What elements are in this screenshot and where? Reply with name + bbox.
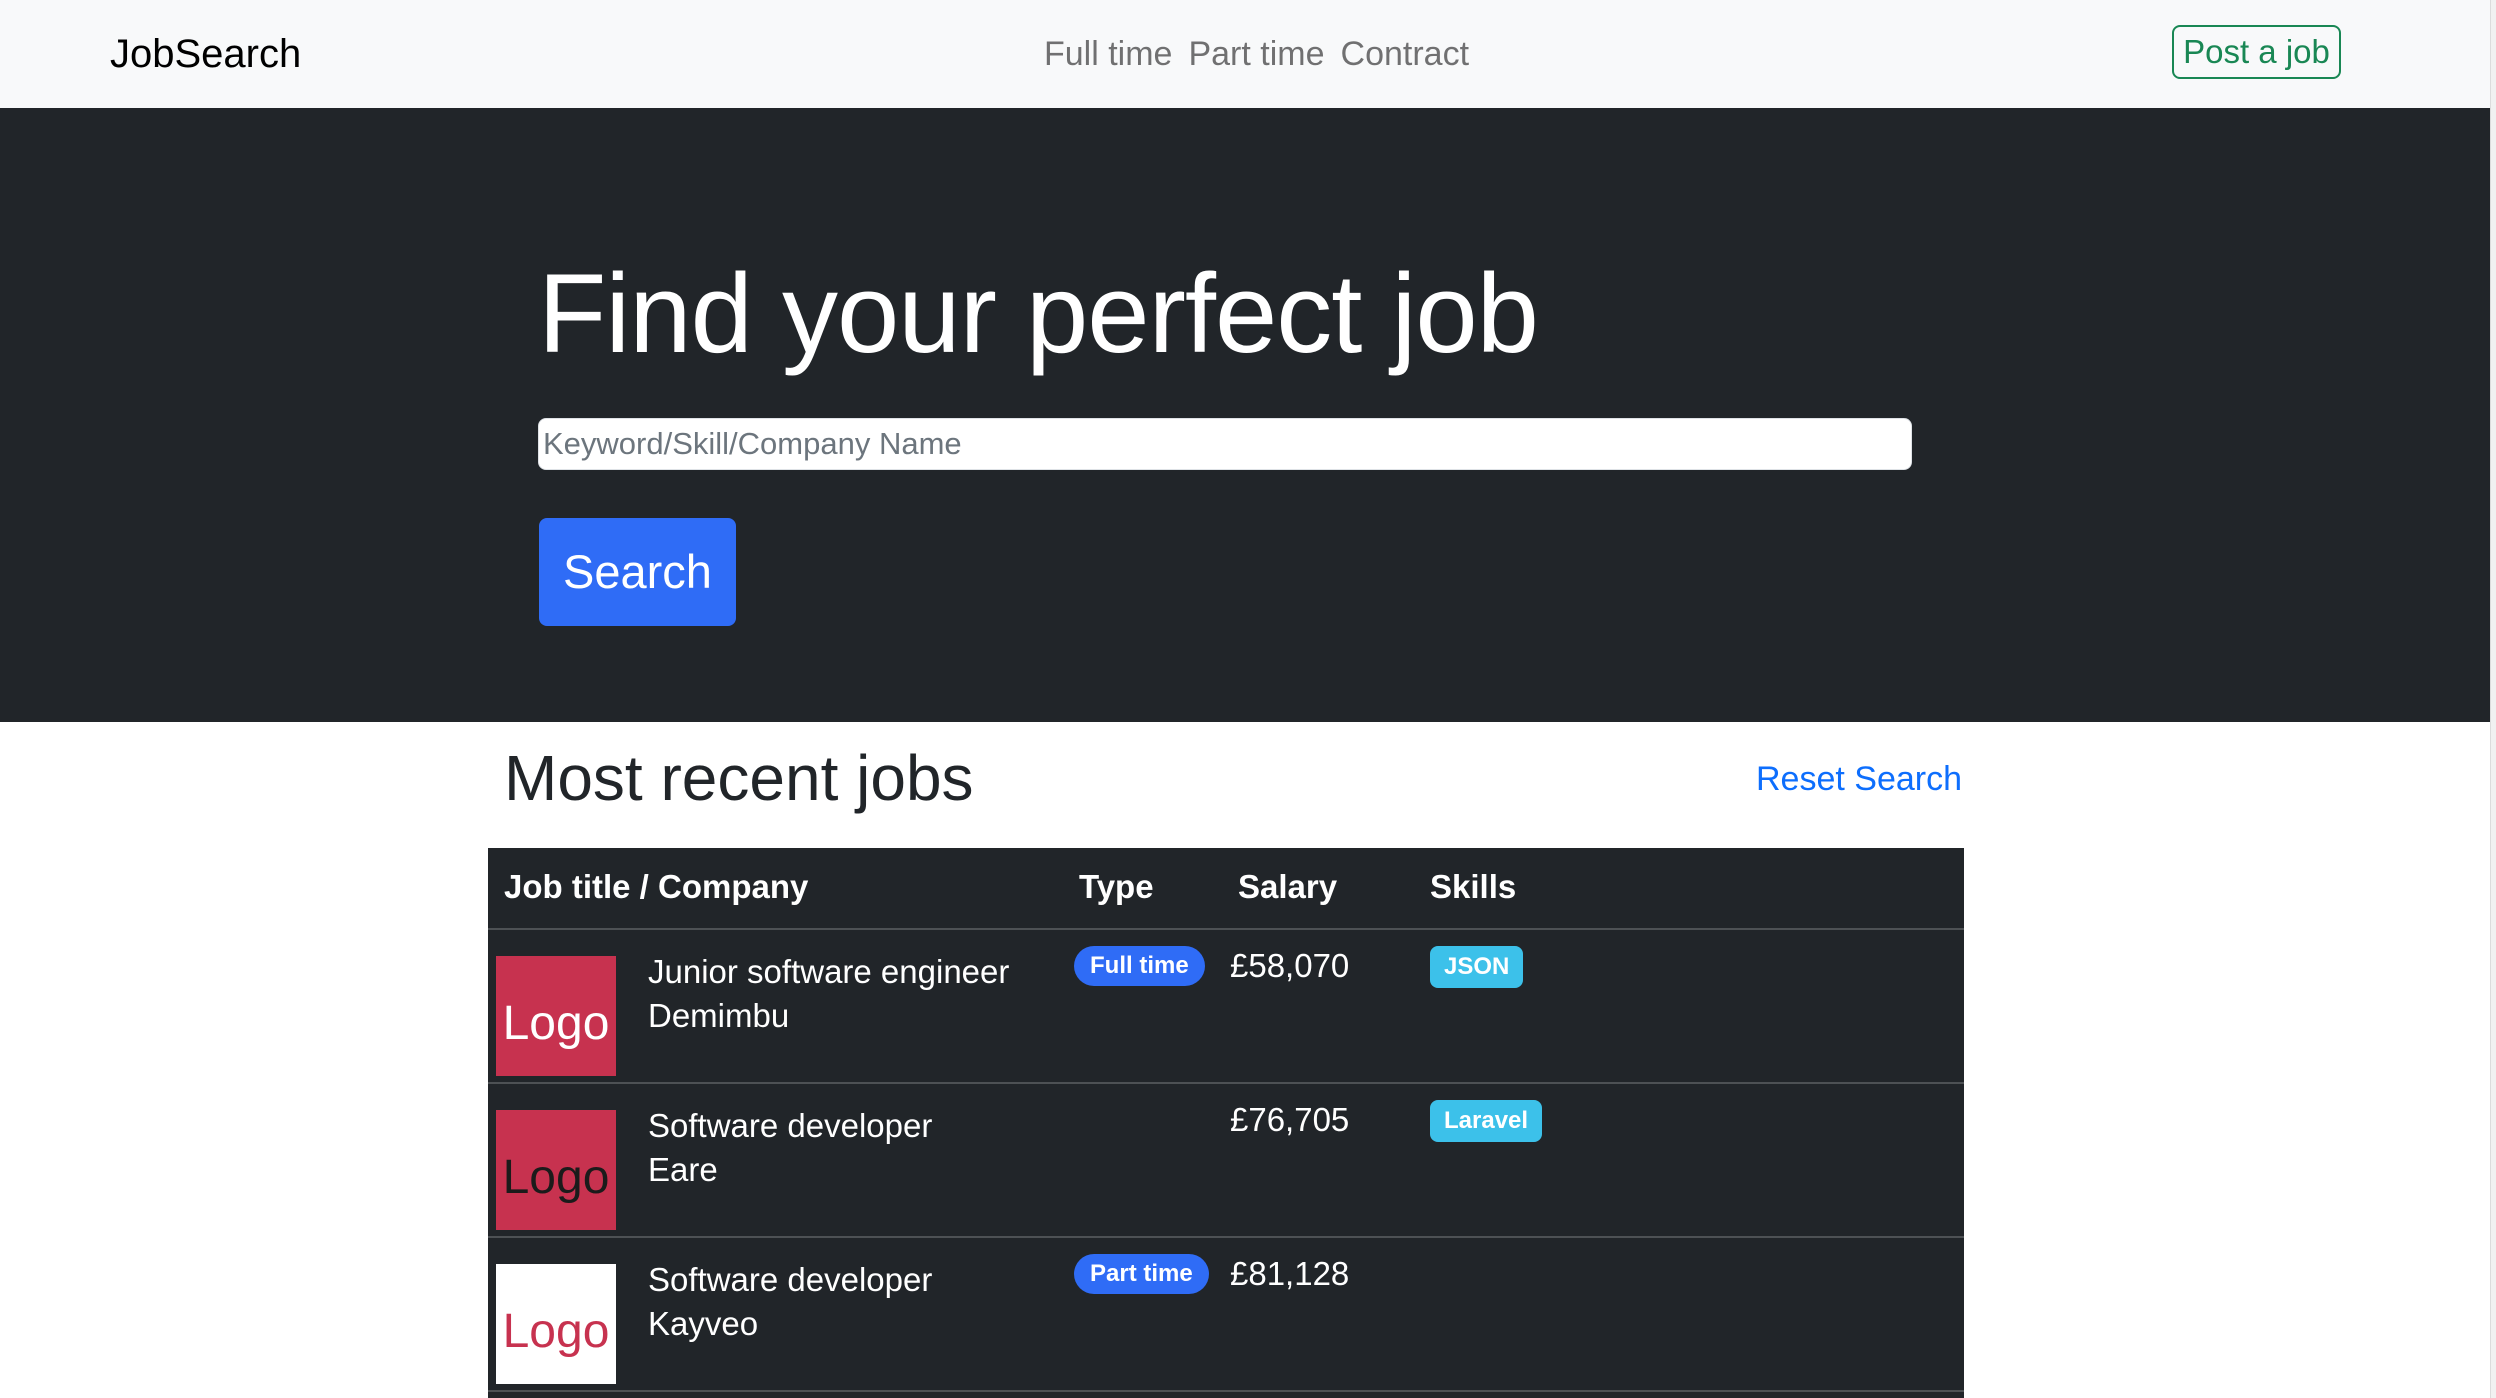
salary: £76,705 [1230, 1101, 1350, 1138]
post-job-button[interactable]: Post a job [2172, 25, 2341, 79]
nav-link-part-time[interactable]: Part time [1188, 26, 1324, 82]
jobs-table: Job title / Company Type Salary Skills L… [488, 848, 1964, 1398]
column-header-skills: Skills [1430, 868, 1517, 905]
scrollbar[interactable] [2490, 0, 2496, 1398]
table-row[interactable]: Logo Software developer Eare £76,705 Lar… [488, 1084, 1964, 1238]
brand-link[interactable]: JobSearch [110, 26, 301, 82]
company-logo: Logo [496, 1264, 616, 1384]
navbar: JobSearch Full time Part time Contract P… [0, 0, 2490, 108]
column-header-title: Job title / Company [504, 868, 809, 905]
section-title: Most recent jobs [504, 742, 974, 814]
logo-text: Logo [502, 1305, 610, 1358]
skill-badge: JSON [1430, 946, 1524, 988]
job-title[interactable]: Software developer [648, 1104, 932, 1148]
salary: £58,070 [1230, 947, 1350, 984]
divider [488, 1390, 1964, 1392]
logo-text: Logo [502, 997, 610, 1050]
company-name: Demimbu [648, 997, 790, 1034]
nav-link-full-time[interactable]: Full time [1044, 26, 1172, 82]
salary: £81,128 [1230, 1255, 1350, 1292]
column-header-type: Type [1079, 868, 1154, 905]
logo-text: Logo [502, 1151, 610, 1204]
reset-search-link[interactable]: Reset Search [1756, 756, 1962, 802]
column-header-salary: Salary [1238, 868, 1338, 905]
job-type-badge: Part time [1074, 1254, 1209, 1294]
nav-links: Full time Part time Contract [1044, 26, 1469, 82]
job-title[interactable]: Junior software engineer [648, 950, 1009, 994]
nav-link-contract[interactable]: Contract [1341, 26, 1470, 82]
hero-title: Find your perfect job [538, 251, 1539, 376]
search-button[interactable]: Search [539, 518, 736, 626]
company-logo: Logo [496, 1110, 616, 1230]
table-row[interactable]: Logo Junior software engineer Demimbu Fu… [488, 930, 1964, 1084]
company-name: Eare [648, 1151, 718, 1188]
company-logo: Logo [496, 956, 616, 1076]
job-title[interactable]: Software developer [648, 1258, 932, 1302]
company-name: Kayveo [648, 1305, 759, 1342]
job-type-badge: Full time [1074, 946, 1205, 986]
hero-section: Find your perfect job Search [0, 108, 2490, 722]
search-input[interactable] [538, 418, 1912, 470]
table-row[interactable]: Logo Software developer Kayveo Part time… [488, 1238, 1964, 1392]
skill-badge: Laravel [1430, 1100, 1543, 1142]
